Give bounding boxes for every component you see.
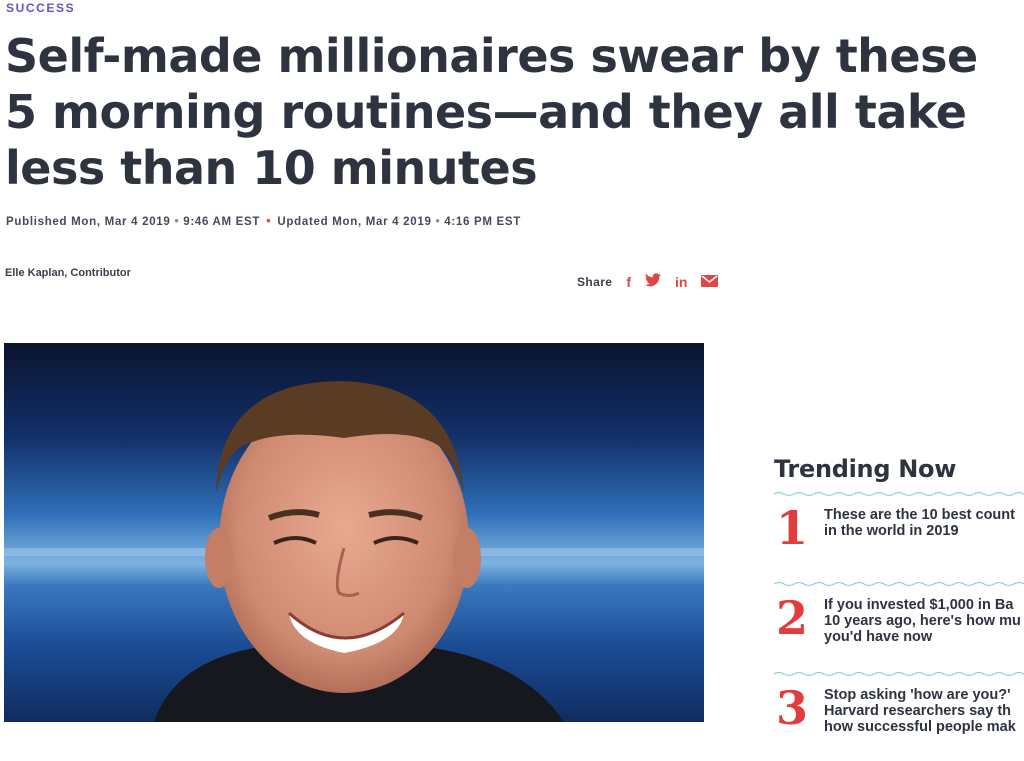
trending-rank: 1 (775, 501, 808, 555)
published-time: 9:46 AM EST (183, 216, 261, 228)
trending-item-3[interactable]: 3 Stop asking 'how are you?' Harvard res… (774, 677, 1024, 761)
separator-dot: • (435, 216, 441, 228)
separator-dot: • (174, 216, 180, 228)
email-icon[interactable] (701, 274, 719, 290)
trending-title: Trending Now (774, 455, 957, 483)
updated-date: Updated Mon, Mar 4 2019 (277, 216, 432, 228)
published-date: Published Mon, Mar 4 2019 (6, 216, 171, 228)
trending-headline[interactable]: Stop asking 'how are you?' Harvard resea… (824, 685, 1016, 735)
share-label: Share (577, 274, 613, 289)
facebook-icon[interactable]: f (626, 274, 631, 290)
portrait-photo-illustration (4, 343, 704, 722)
article-headline: Self-made millionaires swear by these 5 … (5, 29, 978, 195)
trending-headline[interactable]: These are the 10 best count in the world… (824, 505, 1015, 539)
share-bar: Share f in (577, 273, 719, 290)
updated-time: 4:16 PM EST (444, 216, 522, 228)
trending-rank: 3 (775, 681, 808, 735)
update-indicator-dot: • (266, 213, 272, 228)
author-byline[interactable]: Elle Kaplan, Contributor (5, 267, 131, 279)
trending-headline[interactable]: If you invested $1,000 in Ba 10 years ag… (824, 595, 1021, 645)
linkedin-icon[interactable]: in (675, 274, 687, 290)
trending-item-1[interactable]: 1 These are the 10 best count in the wor… (774, 497, 1024, 581)
trending-rank: 2 (775, 591, 808, 645)
section-kicker-link[interactable]: SUCCESS (6, 1, 75, 15)
twitter-icon[interactable] (645, 273, 662, 290)
article-dateline: Published Mon, Mar 4 2019 • 9:46 AM EST • Up… (6, 213, 521, 228)
trending-now-widget: Trending Now 1 These are the 10 best cou… (774, 455, 1024, 761)
trending-item-2[interactable]: 2 If you invested $1,000 in Ba 10 years … (774, 587, 1024, 671)
article-hero-photo (4, 343, 704, 722)
